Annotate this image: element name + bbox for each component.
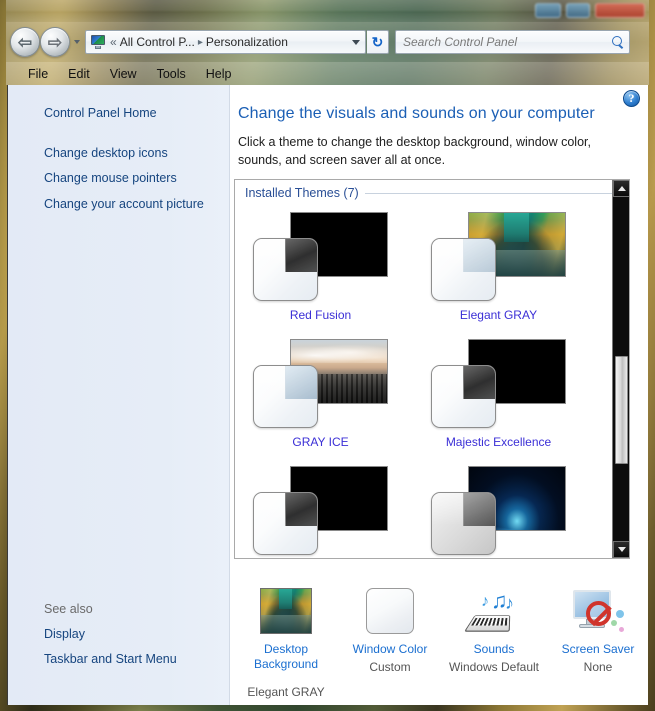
theme-name: Elegant GRAY (459, 308, 538, 323)
setting-label[interactable]: Window Color (338, 639, 442, 657)
recent-pages-button[interactable] (70, 27, 83, 57)
scroll-up-button[interactable] (613, 180, 629, 198)
sidebar-item-display[interactable]: Display (8, 622, 229, 648)
maximize-button[interactable] (566, 3, 590, 18)
sidebar-item-taskbar-and-start-menu[interactable]: Taskbar and Start Menu (8, 647, 229, 673)
address-dropdown-button[interactable] (348, 31, 363, 53)
theme-name: Majestic Excellence (445, 435, 552, 450)
theme-settings-bar: Desktop Background Elegant GRAY Window C… (234, 583, 648, 703)
chevron-up-icon (617, 186, 626, 192)
see-also-label: See also (44, 601, 93, 616)
theme-window-preview (431, 365, 496, 429)
theme-item[interactable]: Elegant GRAY (431, 208, 591, 333)
main-content: ? Change the visuals and sounds on your … (230, 85, 648, 705)
menu-tools[interactable]: Tools (147, 65, 196, 83)
nav-button-group: ⇦ ⇨ (10, 27, 83, 57)
theme-window-preview (253, 492, 318, 556)
themes-group-header: Installed Themes (7) (235, 180, 629, 202)
sidebar-item-change-desktop-icons[interactable]: Change desktop icons (8, 141, 229, 167)
installed-themes-list[interactable]: Installed Themes (7) Red Fusion Elegant … (234, 179, 630, 560)
menu-file[interactable]: File (18, 65, 58, 83)
themes-scrollbar[interactable] (612, 180, 629, 559)
menu-edit[interactable]: Edit (58, 65, 100, 83)
back-arrow-icon: ⇦ (17, 32, 33, 52)
search-input[interactable] (403, 35, 611, 49)
breadcrumb-all-control-panel[interactable]: All Control P... (120, 35, 195, 49)
menu-view[interactable]: View (100, 65, 147, 83)
theme-thumbnail (431, 335, 566, 430)
theme-window-preview (431, 492, 496, 556)
screen-saver-icon (546, 583, 648, 639)
forward-button[interactable]: ⇨ (40, 27, 70, 57)
menu-help[interactable]: Help (196, 65, 242, 83)
setting-label[interactable]: Desktop Background (234, 639, 338, 673)
see-also-section: See also Display Taskbar and Start Menu (8, 598, 229, 673)
help-icon[interactable]: ? (623, 90, 640, 107)
theme-thumbnail (253, 335, 388, 430)
setting-value: Windows Default (448, 660, 540, 675)
scrollbar-thumb[interactable] (615, 356, 628, 465)
setting-label[interactable]: Sounds (442, 639, 546, 657)
theme-thumbnail (253, 208, 388, 303)
sounds-icon: ♪ ♫ ♪ (442, 583, 546, 639)
theme-item[interactable]: Majestic Excellence (431, 335, 591, 460)
theme-name: Red Fusion (289, 308, 352, 323)
theme-thumbnail (431, 462, 566, 557)
theme-thumbnail (431, 208, 566, 303)
sidebar-item-control-panel-home[interactable]: Control Panel Home (8, 101, 229, 127)
breadcrumb-overflow-icon[interactable]: « (110, 35, 117, 49)
setting-sounds[interactable]: ♪ ♫ ♪ Sounds Windows Default (442, 583, 546, 703)
refresh-button[interactable]: ↻ (367, 30, 389, 54)
scroll-down-button[interactable] (613, 541, 629, 559)
refresh-icon: ↻ (371, 33, 384, 50)
setting-screen-saver[interactable]: Screen Saver None (546, 583, 648, 703)
control-panel-icon (90, 35, 106, 49)
theme-item[interactable]: Red Fusion (253, 208, 413, 333)
breadcrumb-personalization[interactable]: Personalization (206, 35, 288, 49)
theme-thumbnail (253, 462, 388, 557)
setting-label[interactable]: Screen Saver (546, 639, 648, 657)
theme-item[interactable]: Steel Fusion (253, 462, 413, 558)
themes-group-label: Installed Themes (7) (245, 186, 359, 201)
theme-window-preview (253, 238, 318, 302)
back-button[interactable]: ⇦ (10, 27, 40, 57)
wallpaper-icon (234, 583, 338, 639)
minimize-button[interactable] (535, 3, 561, 18)
window-controls (535, 3, 645, 18)
setting-value: Custom (369, 660, 411, 675)
forward-arrow-icon: ⇨ (47, 32, 63, 52)
breadcrumb-separator-icon[interactable]: ▸ (195, 37, 206, 48)
theme-grid: Red Fusion Elegant GRAY GRAY ICE Majesti… (235, 206, 611, 558)
control-panel-window: ⇦ ⇨ « All Control P... ▸ Personalization… (6, 0, 649, 706)
setting-window-color[interactable]: Window Color Custom (338, 583, 442, 703)
sidebar: Control Panel Home Change desktop icons … (8, 85, 230, 705)
setting-desktop-background[interactable]: Desktop Background Elegant GRAY (234, 583, 338, 703)
page-subtitle: Click a theme to change the desktop back… (238, 135, 591, 168)
search-icon (611, 35, 625, 49)
theme-window-preview (431, 238, 496, 302)
window-title-bar (6, 0, 649, 22)
theme-item[interactable]: GRAY ICE (253, 335, 413, 460)
setting-value: Elegant GRAY (247, 685, 325, 699)
client-area: Control Panel Home Change desktop icons … (7, 85, 648, 705)
setting-value: None (583, 660, 613, 675)
chevron-down-icon (73, 40, 80, 44)
close-button[interactable] (595, 3, 645, 18)
address-bar[interactable]: « All Control P... ▸ Personalization (85, 30, 366, 54)
chevron-down-icon (351, 39, 360, 45)
theme-window-preview (253, 365, 318, 429)
page-title: Change the visuals and sounds on your co… (238, 105, 595, 122)
sidebar-item-change-mouse-pointers[interactable]: Change mouse pointers (8, 166, 229, 192)
search-box[interactable] (395, 30, 630, 54)
chevron-down-icon (617, 547, 626, 553)
group-header-rule (364, 192, 621, 194)
sidebar-item-change-account-picture[interactable]: Change your account picture (8, 192, 229, 218)
window-color-icon (338, 583, 442, 639)
menu-bar: File Edit View Tools Help (6, 62, 649, 85)
theme-name: GRAY ICE (292, 435, 349, 450)
theme-item[interactable]: Top New 1 (431, 462, 591, 558)
navigation-toolbar: ⇦ ⇨ « All Control P... ▸ Personalization… (6, 22, 649, 62)
